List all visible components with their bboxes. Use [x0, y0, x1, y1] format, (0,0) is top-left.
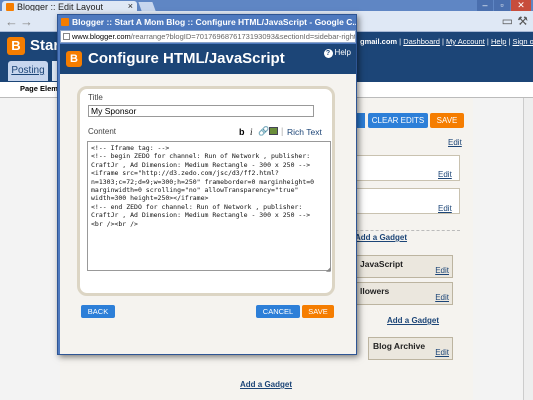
- popup-window-title: Blogger :: Start A Mom Blog :: Configure…: [72, 17, 356, 27]
- italic-button[interactable]: i: [250, 127, 253, 137]
- title-input[interactable]: [88, 105, 314, 117]
- help-link[interactable]: ? Help: [323, 48, 351, 58]
- layout-save-button[interactable]: SAVE: [430, 113, 464, 128]
- popup-address-bar[interactable]: www.blogger.com/rearrange?blogID=7017696…: [60, 30, 356, 43]
- popup-titlebar[interactable]: Blogger :: Start A Mom Blog :: Configure…: [58, 15, 356, 29]
- popup-header: B Configure HTML/JavaScript ? Help: [60, 44, 356, 74]
- resize-handle-icon[interactable]: ◢: [326, 266, 331, 273]
- gadget-label: JavaScript: [360, 259, 403, 269]
- user-nav: gmail.com | Dashboard | My Account | Hel…: [360, 37, 533, 46]
- content-label: Content: [88, 127, 117, 136]
- tab-posting[interactable]: Posting: [8, 61, 48, 81]
- content-textarea[interactable]: <!-- Iframe tag: --> <!-- begin ZEDO for…: [87, 141, 331, 271]
- window-controls: – ▫ ✕: [477, 0, 531, 11]
- user-email: gmail.com: [360, 37, 398, 46]
- wrench-icon[interactable]: ⚒: [517, 14, 528, 28]
- save-button[interactable]: SAVE: [302, 305, 334, 318]
- forward-arrow-icon[interactable]: →: [20, 14, 33, 29]
- configure-popup-window: Blogger :: Start A Mom Blog :: Configure…: [57, 14, 357, 355]
- back-button[interactable]: BACK: [81, 305, 115, 318]
- gadget-edit-link[interactable]: Edit: [435, 293, 449, 302]
- url-host: www.blogger.com: [72, 32, 131, 41]
- gadget-edit-link[interactable]: Edit: [438, 204, 452, 213]
- toolbar-separator: |: [281, 126, 284, 136]
- maximize-button[interactable]: ▫: [494, 0, 510, 11]
- url-path: /rearrange?blogID=7017696876173193093&se…: [130, 32, 356, 41]
- popup-heading: Configure HTML/JavaScript: [88, 50, 285, 67]
- popup-body: B Configure HTML/JavaScript ? Help Title …: [60, 44, 356, 354]
- help-label: Help: [334, 48, 351, 57]
- blogger-favicon-icon: [61, 18, 69, 26]
- close-window-button[interactable]: ✕: [511, 0, 531, 11]
- link-icon[interactable]: 🔗: [258, 126, 269, 137]
- help-link[interactable]: Help: [491, 37, 506, 46]
- section-divider: [340, 230, 460, 231]
- add-gadget-link[interactable]: Add a Gadget: [240, 380, 292, 389]
- help-icon: ?: [323, 49, 333, 58]
- sign-out-link[interactable]: Sign out: [513, 37, 533, 46]
- gadget-followers[interactable]: llowers Edit: [355, 282, 453, 305]
- rich-text-link[interactable]: Rich Text: [287, 127, 322, 137]
- gadget-label: Blog Archive: [373, 341, 426, 351]
- gadget-edit-link[interactable]: Edit: [435, 266, 449, 275]
- gadget-form: Title Content b i 🔗 | Rich Text <!-- Ifr…: [77, 86, 335, 296]
- page-icon: [63, 33, 70, 40]
- tab-close-icon[interactable]: ×: [128, 1, 133, 11]
- back-arrow-icon[interactable]: ←: [5, 14, 18, 29]
- cancel-button[interactable]: CANCEL: [256, 305, 300, 318]
- gadget-blog-archive[interactable]: Blog Archive Edit: [368, 337, 453, 360]
- gadget-javascript[interactable]: JavaScript Edit: [355, 255, 453, 278]
- bold-button[interactable]: b: [239, 127, 245, 137]
- blogger-logo-icon: B: [7, 37, 25, 55]
- title-label: Title: [88, 93, 103, 102]
- add-gadget-link[interactable]: Add a Gadget: [355, 233, 407, 242]
- gadget-label: llowers: [360, 286, 390, 296]
- add-gadget-link[interactable]: Add a Gadget: [387, 316, 439, 325]
- subnav-page-elements[interactable]: Page Eleme: [20, 84, 62, 93]
- dashboard-link[interactable]: Dashboard: [403, 37, 440, 46]
- gadget-edit-link[interactable]: Edit: [435, 348, 449, 357]
- blogger-favicon-icon: [6, 3, 14, 11]
- page-scrollbar[interactable]: [523, 98, 533, 400]
- image-icon[interactable]: [269, 127, 278, 135]
- new-tab-button[interactable]: [138, 2, 156, 11]
- gadget-edit-link[interactable]: Edit: [438, 170, 452, 179]
- page-menu-icon[interactable]: ▭: [502, 14, 513, 28]
- header-edit-link[interactable]: Edit: [448, 138, 462, 147]
- my-account-link[interactable]: My Account: [446, 37, 485, 46]
- clear-edits-button[interactable]: CLEAR EDITS: [368, 113, 428, 128]
- minimize-button[interactable]: –: [477, 0, 493, 11]
- blogger-logo-icon: B: [66, 51, 82, 67]
